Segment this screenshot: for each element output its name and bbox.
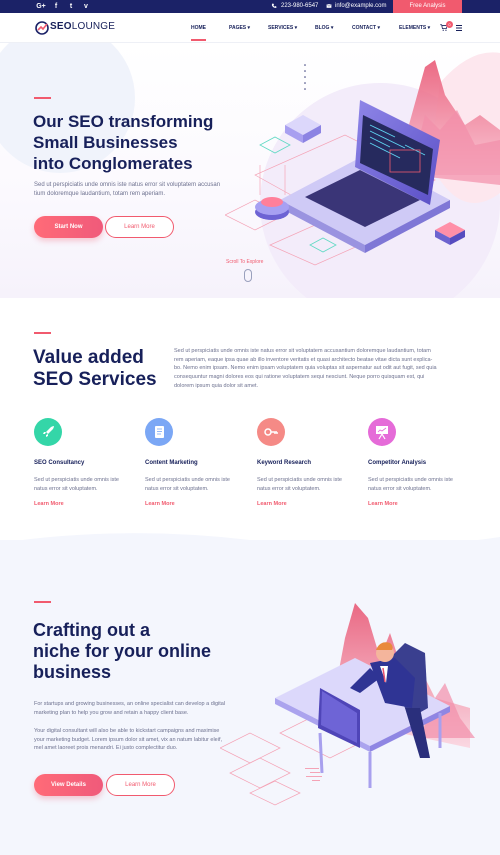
- phone-icon: [271, 3, 277, 8]
- service-learn-more-link[interactable]: Learn More: [368, 501, 398, 507]
- service-icon-bg: [145, 418, 173, 446]
- logo-seo: SEO: [50, 21, 72, 32]
- services-intro-line-5: dolorem ipsum quia dolor sit amet.: [174, 382, 259, 389]
- service-text-line-1: Sed ut perspiciatis unde omnis iste: [34, 477, 119, 483]
- service-learn-more-link[interactable]: Learn More: [257, 501, 287, 507]
- google-plus-icon[interactable]: G+: [35, 1, 47, 12]
- services-intro: Sed ut perspiciatis unde omnis iste natu…: [174, 347, 474, 391]
- key-icon: [264, 428, 278, 436]
- mail-icon: [326, 4, 332, 8]
- rocket-icon: [43, 426, 54, 437]
- service-title: SEO Consultancy: [34, 460, 85, 466]
- nav-pages-label: PAGES: [229, 25, 247, 31]
- service-text-line-2: natus error sit voluptatem.: [368, 485, 432, 492]
- hero-title: Our SEO transforming Small Businesses in…: [33, 111, 213, 174]
- niche-title: Crafting out a niche for your online bus…: [33, 620, 211, 683]
- nav-blog[interactable]: BLOG ▾: [315, 25, 333, 31]
- service-text-line-2: natus error sit voluptatem.: [145, 485, 209, 492]
- hero-accent-line: [34, 97, 51, 99]
- services-intro-line-4: consequuntur magni dolores eos qui ratio…: [174, 374, 425, 381]
- service-text: Sed ut perspiciatis unde omnis iste natu…: [34, 476, 134, 493]
- service-text: Sed ut perspiciatis unde omnis iste natu…: [257, 476, 357, 493]
- twitter-icon[interactable]: t: [65, 1, 77, 12]
- service-learn-more-link[interactable]: Learn More: [34, 501, 64, 507]
- scroll-to-explore[interactable]: Scroll To Explore: [226, 259, 263, 265]
- service-title: Competitor Analysis: [368, 460, 427, 466]
- logo-lounge: LOUNGE: [71, 21, 116, 32]
- service-text: Sed ut perspiciatis unde omnis iste natu…: [145, 476, 245, 493]
- service-icon-bg: [368, 418, 396, 446]
- service-text: Sed ut perspiciatis unde omnis iste natu…: [368, 476, 468, 493]
- service-text-line-2: natus error sit voluptatem.: [257, 485, 321, 492]
- niche-title-line-2: niche for your online: [33, 641, 212, 661]
- email-address[interactable]: info@example.com: [335, 1, 386, 12]
- niche-learn-more-button[interactable]: Learn More: [106, 774, 175, 796]
- presentation-icon: [376, 426, 388, 440]
- hero-learn-more-button[interactable]: Learn More: [105, 216, 174, 238]
- vimeo-icon[interactable]: v: [80, 1, 92, 12]
- services-intro-line-1: Sed ut perspiciatis unde omnis iste natu…: [174, 348, 431, 354]
- service-icon-bg: [34, 418, 62, 446]
- nav-contact[interactable]: CONTACT ▾: [352, 25, 380, 31]
- service-title: Content Marketing: [145, 460, 198, 466]
- hero-text-line-1: Sed ut perspiciatis unde omnis iste natu…: [34, 182, 221, 188]
- nav-pages[interactable]: PAGES ▾: [229, 25, 250, 31]
- nav-elements[interactable]: ELEMENTS ▾: [399, 25, 430, 31]
- services-accent-line: [34, 332, 51, 334]
- view-details-button[interactable]: View Details: [34, 774, 103, 796]
- service-text-line-1: Sed ut perspiciatis unde omnis iste: [257, 477, 342, 483]
- services-title-line-1: Value added: [33, 347, 144, 368]
- services-intro-line-3: bo. Nemo enim ipsam. Nemo enim ipsam vol…: [174, 365, 437, 372]
- service-icon-bg: [257, 418, 285, 446]
- nav-services[interactable]: SERVICES ▾: [268, 25, 297, 31]
- free-analysis-button[interactable]: Free Analysis: [393, 0, 462, 13]
- hero-description: Sed ut perspiciatis unde omnis iste natu…: [34, 181, 249, 199]
- service-text-line-1: Sed ut perspiciatis unde omnis iste: [145, 477, 230, 483]
- niche-title-line-1: Crafting out a: [33, 620, 150, 640]
- logo-icon[interactable]: [35, 21, 49, 35]
- menu-icon[interactable]: [456, 25, 462, 31]
- phone-number: 223-980-6547: [281, 3, 319, 9]
- nav-contact-label: CONTACT: [352, 25, 377, 31]
- mouse-scroll-icon[interactable]: [244, 269, 252, 282]
- hero-title-line-3: into Conglomerates: [33, 154, 193, 173]
- hero-title-line-2: Small Businesses: [33, 133, 178, 152]
- niche-title-line-3: business: [33, 662, 112, 682]
- logo-text[interactable]: SEOLOUNGE: [50, 21, 115, 32]
- document-icon: [155, 426, 164, 438]
- nav-elements-label: ELEMENTS: [399, 25, 427, 31]
- facebook-icon[interactable]: f: [50, 1, 62, 12]
- services-intro-line-2: rem aperiam, eaque ipsa quae ab illo inv…: [174, 356, 433, 363]
- hero-text-line-2: tium doloremque laudantium, totam rem ap…: [34, 191, 166, 197]
- service-title: Keyword Research: [257, 460, 312, 466]
- consultant-illustration: [220, 603, 475, 806]
- seo-laptop-illustration: [225, 60, 500, 266]
- service-learn-more-link[interactable]: Learn More: [145, 501, 175, 507]
- nav-home[interactable]: HOME: [191, 25, 206, 41]
- service-text-line-1: Sed ut perspiciatis unde omnis iste: [368, 477, 453, 483]
- services-title: Value added SEO Services: [33, 347, 157, 391]
- hero-title-line-1: Our SEO transforming: [33, 112, 214, 131]
- niche-accent-line: [34, 601, 51, 603]
- nav-blog-label: BLOG: [315, 25, 330, 31]
- wave-divider: [0, 533, 500, 565]
- service-text-line-2: natus error sit voluptatem.: [34, 485, 98, 492]
- start-now-button[interactable]: Start Now: [34, 216, 103, 238]
- services-title-line-2: SEO Services: [33, 369, 157, 390]
- cart-count-badge: 0: [446, 21, 453, 28]
- nav-services-label: SERVICES: [268, 25, 294, 31]
